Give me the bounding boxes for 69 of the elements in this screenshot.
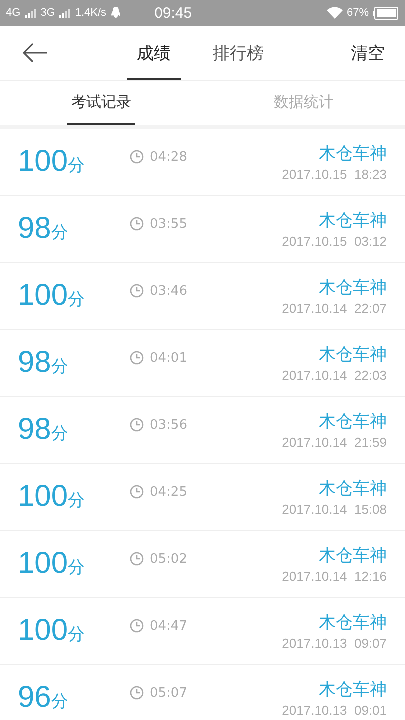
network-label: 4G [6, 7, 21, 19]
date-time: 2017.10.15 03:12 [282, 234, 387, 249]
user-name: 木仓车神 [319, 210, 387, 232]
score-value: 100 [18, 145, 68, 179]
user-name: 木仓车神 [319, 143, 387, 165]
date-time: 2017.10.14 12:16 [282, 569, 387, 584]
score-unit: 分 [68, 557, 86, 579]
duration-text: 04:28 [150, 150, 188, 164]
tab[interactable]: 考试记录 [67, 81, 136, 125]
date-time: 2017.10.13 09:01 [282, 703, 387, 718]
tab[interactable]: 成绩 [127, 28, 181, 80]
duration-text: 04:25 [150, 484, 188, 500]
duration-text: 03:46 [150, 284, 188, 298]
clock-icon [130, 619, 144, 633]
duration-text: 03:55 [150, 216, 188, 232]
user-name: 木仓车神 [319, 545, 387, 567]
duration-text: 05:07 [150, 686, 188, 700]
clock-icon [130, 485, 144, 499]
clock-icon [130, 351, 144, 365]
duration-text: 04:47 [150, 618, 188, 634]
tab[interactable]: 排行榜 [203, 28, 274, 80]
date-time: 2017.10.14 22:03 [282, 368, 387, 383]
clock-icon [130, 217, 144, 231]
clock-icon [130, 418, 144, 432]
clear-button[interactable]: 清空 [331, 26, 405, 80]
back-arrow-icon[interactable] [22, 43, 48, 63]
battery-icon [373, 6, 399, 20]
network-label: 3G [40, 7, 56, 19]
score-value: 96 [18, 681, 52, 715]
score-unit: 分 [68, 155, 86, 177]
score-value: 98 [18, 413, 52, 447]
user-name: 木仓车神 [319, 478, 387, 500]
score-value: 100 [18, 547, 68, 581]
score-value: 100 [18, 614, 68, 648]
speed-label: 1.4K/s [75, 7, 107, 19]
user-name: 木仓车神 [319, 679, 387, 701]
clock-icon [130, 552, 144, 566]
score-value: 98 [18, 346, 52, 380]
duration-text: 04:01 [150, 350, 188, 366]
score-unit: 分 [68, 490, 86, 512]
wifi-icon [326, 7, 343, 19]
user-name: 木仓车神 [319, 277, 387, 299]
score-unit: 分 [51, 423, 68, 445]
clock-icon [130, 150, 144, 164]
duration-text: 03:56 [150, 418, 188, 432]
score-value: 100 [18, 480, 68, 514]
user-name: 木仓车神 [319, 344, 387, 366]
signal-icon [59, 8, 72, 18]
clock-icon [130, 686, 144, 700]
score-unit: 分 [68, 624, 86, 646]
date-time: 2017.10.14 21:59 [282, 435, 387, 450]
score-value: 100 [18, 279, 68, 313]
user-name: 木仓车神 [319, 612, 387, 634]
score-unit: 分 [51, 356, 68, 378]
penguin-icon [110, 7, 121, 19]
duration-text: 05:02 [150, 552, 188, 566]
user-name: 木仓车神 [319, 411, 387, 433]
date-time: 2017.10.14 15:08 [282, 502, 387, 517]
score-unit: 分 [51, 222, 68, 244]
battery-percent: 67% [346, 7, 369, 19]
clock-time: 09:45 [154, 4, 192, 22]
signal-icon [24, 8, 37, 18]
clock-icon [130, 284, 144, 298]
date-time: 2017.10.14 22:07 [282, 301, 387, 316]
date-time: 2017.10.13 09:07 [282, 636, 387, 651]
score-value: 98 [18, 212, 52, 246]
score-unit: 分 [68, 289, 86, 311]
score-unit: 分 [51, 691, 68, 713]
date-time: 2017.10.15 18:23 [282, 167, 387, 182]
